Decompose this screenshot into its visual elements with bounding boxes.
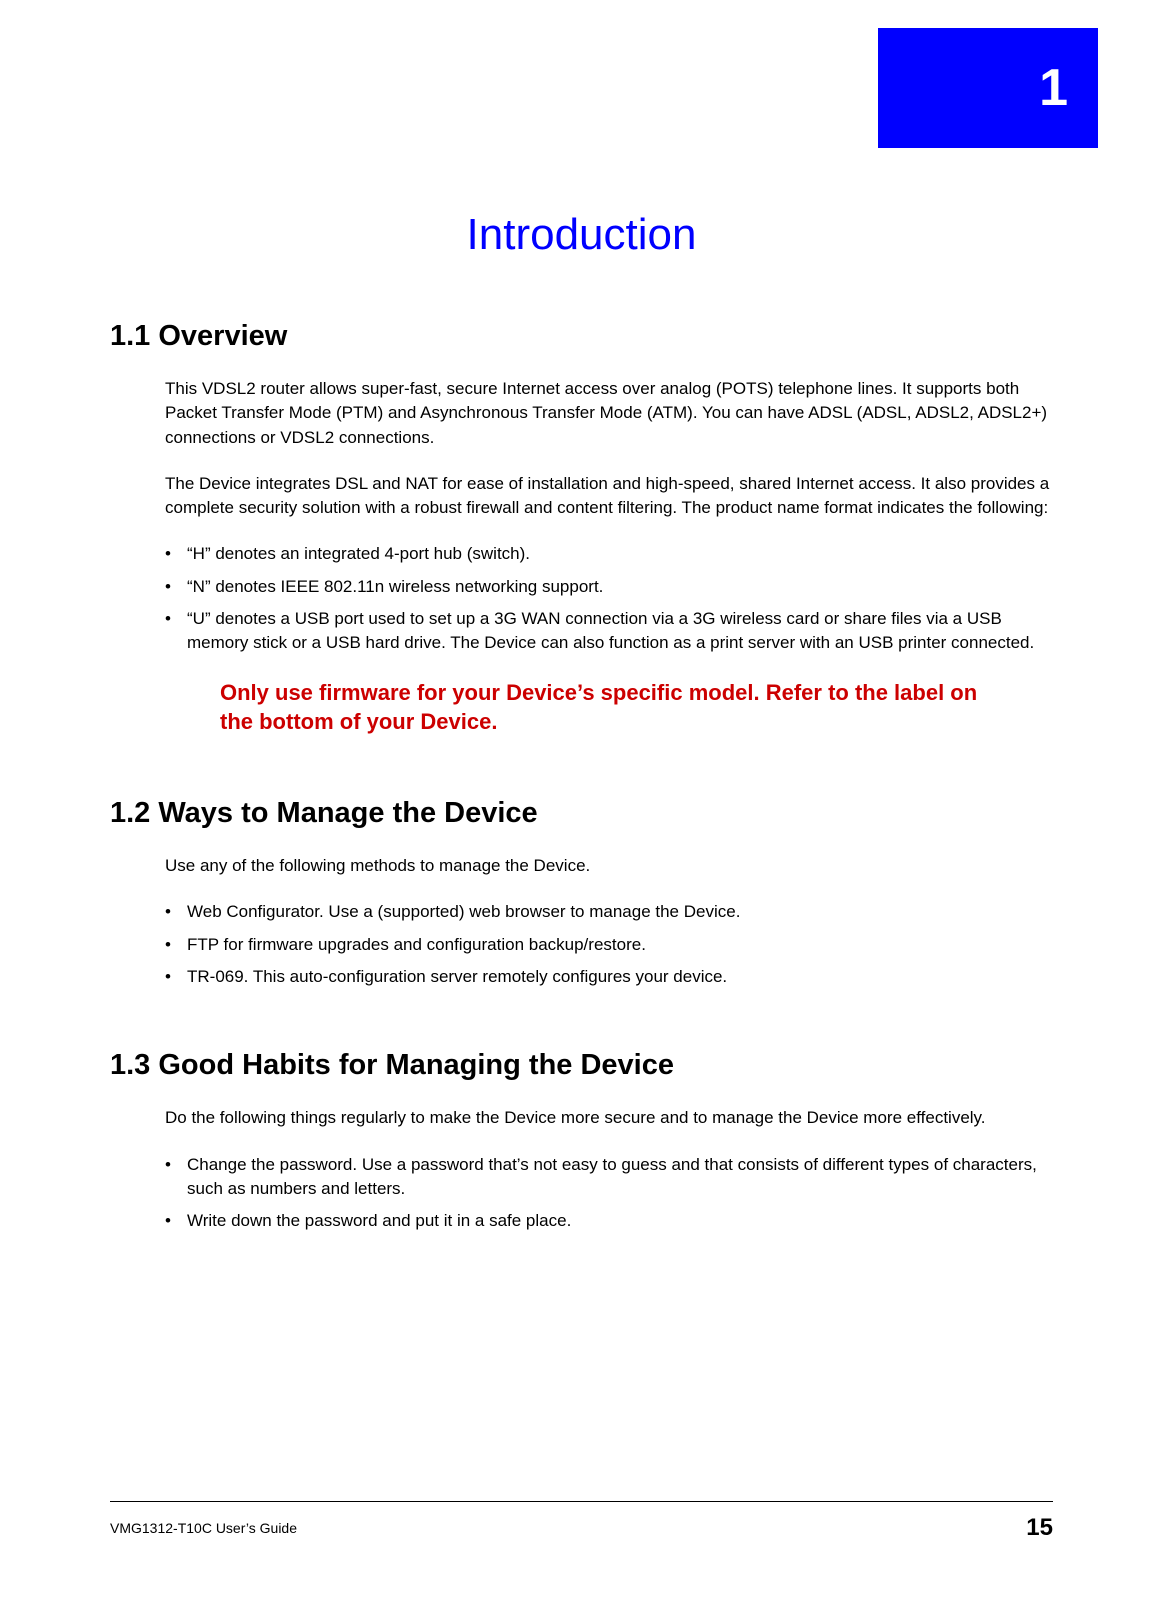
chapter-tab: 1: [878, 28, 1098, 148]
list-item: “H” denotes an integrated 4-port hub (sw…: [165, 542, 1053, 566]
list-item: Change the password. Use a password that…: [165, 1153, 1053, 1202]
list-item: “N” denotes IEEE 802.11n wireless networ…: [165, 575, 1053, 599]
paragraph: Use any of the following methods to mana…: [165, 854, 1053, 878]
bullet-list: Change the password. Use a password that…: [165, 1153, 1053, 1234]
section-heading-ways-to-manage: 1.2 Ways to Manage the Device: [110, 797, 1053, 830]
bullet-list: Web Configurator. Use a (supported) web …: [165, 900, 1053, 989]
page-content: 1.1 Overview This VDSL2 router allows su…: [110, 320, 1053, 1241]
footer-guide-title: VMG1312-T10C User’s Guide: [110, 1520, 297, 1536]
chapter-number: 1: [1039, 58, 1068, 118]
paragraph: Do the following things regularly to mak…: [165, 1106, 1053, 1130]
paragraph: This VDSL2 router allows super-fast, sec…: [165, 377, 1053, 450]
page-footer: VMG1312-T10C User’s Guide 15: [110, 1501, 1053, 1542]
list-item: Web Configurator. Use a (supported) web …: [165, 900, 1053, 924]
list-item: Write down the password and put it in a …: [165, 1209, 1053, 1233]
list-item: FTP for firmware upgrades and configurat…: [165, 933, 1053, 957]
warning-text: Only use firmware for your Device’s spec…: [220, 678, 1013, 737]
list-item: “U” denotes a USB port used to set up a …: [165, 607, 1053, 656]
footer-page-number: 15: [1026, 1514, 1053, 1542]
list-item: TR-069. This auto-configuration server r…: [165, 965, 1053, 989]
chapter-title: Introduction: [0, 210, 1163, 260]
paragraph: The Device integrates DSL and NAT for ea…: [165, 472, 1053, 521]
section-heading-good-habits: 1.3 Good Habits for Managing the Device: [110, 1049, 1053, 1082]
section-heading-overview: 1.1 Overview: [110, 320, 1053, 353]
bullet-list: “H” denotes an integrated 4-port hub (sw…: [165, 542, 1053, 655]
